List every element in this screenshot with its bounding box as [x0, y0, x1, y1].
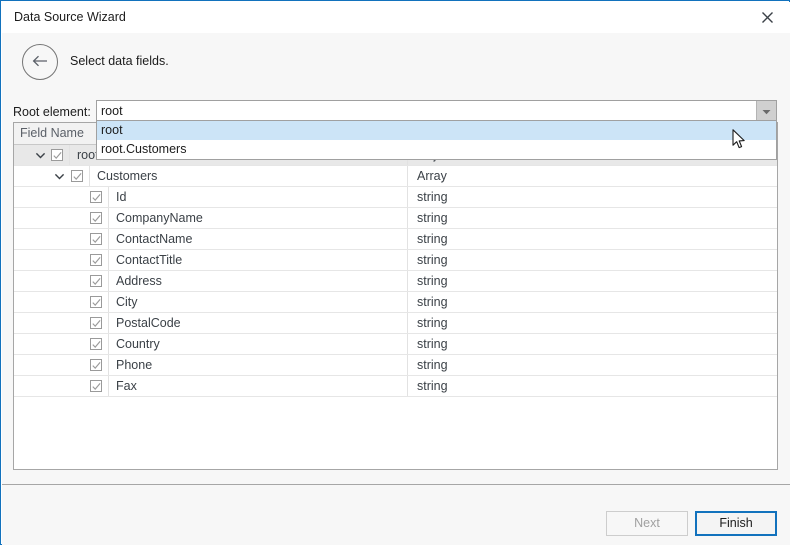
field-checkbox[interactable] [90, 338, 102, 350]
field-checkbox[interactable] [90, 380, 102, 392]
chevron-down-icon[interactable] [54, 171, 65, 182]
root-element-label: Root element: [13, 105, 91, 119]
field-checkbox[interactable] [90, 296, 102, 308]
dropdown-option[interactable]: root [97, 121, 776, 140]
table-row[interactable]: ContactTitlestring [14, 250, 777, 271]
field-type-cell: string [407, 229, 778, 249]
field-checkbox[interactable] [90, 191, 102, 203]
close-button[interactable] [744, 2, 790, 33]
table-row[interactable]: CompanyNamestring [14, 208, 777, 229]
chevron-down-icon [762, 104, 771, 118]
table-row[interactable]: Phonestring [14, 355, 777, 376]
field-checkbox[interactable] [90, 275, 102, 287]
field-name-label: Phone [108, 355, 407, 375]
field-type-cell: string [407, 250, 778, 270]
table-row[interactable]: Faxstring [14, 376, 777, 397]
fields-grid[interactable]: Field Name Type rootObjectCustomersArray… [13, 122, 778, 470]
field-checkbox[interactable] [90, 317, 102, 329]
dialog-footer: Next Finish [2, 484, 790, 545]
field-name-label: PostalCode [108, 313, 407, 333]
field-type-cell: string [407, 271, 778, 291]
field-checkbox[interactable] [51, 149, 63, 161]
field-name-cell: CompanyName [14, 208, 407, 228]
wizard-step-caption: Select data fields. [70, 54, 169, 68]
field-checkbox[interactable] [90, 233, 102, 245]
field-name-cell: ContactName [14, 229, 407, 249]
field-checkbox[interactable] [71, 170, 83, 182]
root-element-combobox[interactable]: root [96, 100, 777, 121]
field-name-cell: Id [14, 187, 407, 207]
dialog-window: Data Source Wizard Select data fields. R… [0, 0, 790, 545]
field-name-label: ContactTitle [108, 250, 407, 270]
field-name-label: City [108, 292, 407, 312]
field-checkbox[interactable] [90, 359, 102, 371]
table-row[interactable]: Countrystring [14, 334, 777, 355]
field-name-label: Country [108, 334, 407, 354]
title-bar: Data Source Wizard [2, 2, 790, 33]
field-checkbox[interactable] [90, 254, 102, 266]
field-name-label: Fax [108, 376, 407, 396]
window-title: Data Source Wizard [14, 10, 126, 24]
field-name-cell: Phone [14, 355, 407, 375]
field-type-cell: Array [407, 166, 778, 186]
table-row[interactable]: CustomersArray [14, 166, 777, 187]
table-row[interactable]: Citystring [14, 292, 777, 313]
field-checkbox[interactable] [90, 212, 102, 224]
chevron-down-icon[interactable] [35, 150, 46, 161]
arrow-left-icon [31, 54, 49, 71]
field-type-cell: string [407, 376, 778, 396]
wizard-header: Select data fields. [2, 33, 790, 92]
field-name-cell: PostalCode [14, 313, 407, 333]
field-name-cell: Fax [14, 376, 407, 396]
table-row[interactable]: Addressstring [14, 271, 777, 292]
grid-body: rootObjectCustomersArrayIdstringCompanyN… [14, 145, 777, 397]
finish-button[interactable]: Finish [695, 511, 777, 536]
field-type-cell: string [407, 355, 778, 375]
field-name-label: Id [108, 187, 407, 207]
field-type-cell: string [407, 187, 778, 207]
field-type-cell: string [407, 208, 778, 228]
root-element-dropdown-button[interactable] [756, 101, 776, 120]
field-name-label: CompanyName [108, 208, 407, 228]
field-name-label: Address [108, 271, 407, 291]
back-button[interactable] [22, 44, 58, 80]
field-name-cell: ContactTitle [14, 250, 407, 270]
field-type-cell: string [407, 334, 778, 354]
table-row[interactable]: ContactNamestring [14, 229, 777, 250]
field-name-cell: Customers [14, 166, 407, 186]
table-row[interactable]: Idstring [14, 187, 777, 208]
field-type-cell: string [407, 313, 778, 333]
field-name-cell: Country [14, 334, 407, 354]
root-element-dropdown-list[interactable]: rootroot.Customers [96, 121, 777, 160]
field-type-cell: string [407, 292, 778, 312]
field-name-cell: City [14, 292, 407, 312]
dropdown-option[interactable]: root.Customers [97, 140, 776, 159]
field-name-label: ContactName [108, 229, 407, 249]
wizard-body: Root element: root rootroot.Customers Fi… [2, 91, 790, 484]
table-row[interactable]: PostalCodestring [14, 313, 777, 334]
close-icon [761, 11, 774, 24]
field-name-cell: Address [14, 271, 407, 291]
root-element-value: root [101, 104, 123, 118]
field-name-label: Customers [89, 166, 407, 186]
next-button[interactable]: Next [606, 511, 688, 536]
